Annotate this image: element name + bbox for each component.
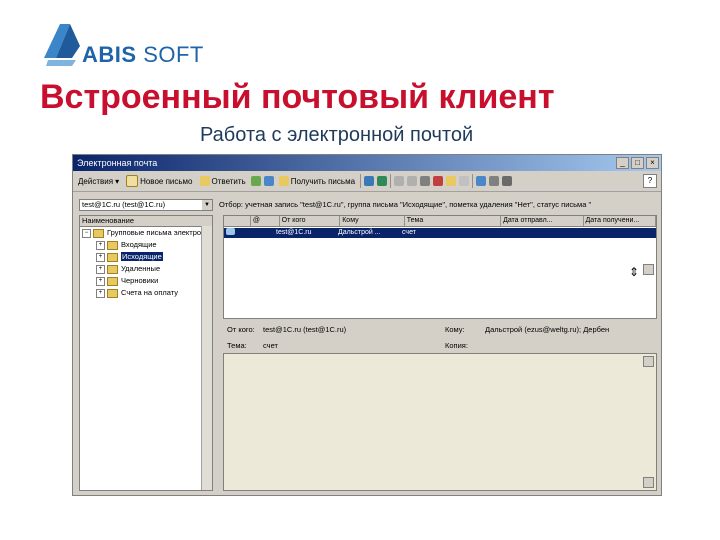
preview-scroll-up[interactable]: [643, 356, 654, 367]
mark-icon[interactable]: [446, 176, 457, 186]
expand-icon[interactable]: +: [96, 252, 105, 262]
tree-node-label: Входящие: [121, 240, 157, 249]
new-message-label: Новое письмо: [140, 176, 193, 186]
toolbar-separator: [360, 174, 362, 188]
subject-label: Тема:: [227, 341, 247, 350]
column-header-attachment[interactable]: @: [251, 216, 280, 226]
row-to: Дальстрой ...: [338, 229, 381, 236]
column-header-status[interactable]: [224, 216, 251, 226]
clear-filter-icon[interactable]: [433, 176, 444, 186]
expand-icon[interactable]: +: [96, 276, 105, 286]
column-header-sent-date[interactable]: Дата отправл...: [501, 216, 584, 226]
outbox-folder-icon: [107, 252, 118, 262]
reply-icon: [199, 176, 210, 186]
deleted-folder-icon: [107, 264, 118, 274]
binoculars-icon[interactable]: [502, 176, 513, 186]
tree-node-label: Черновики: [121, 276, 159, 285]
refresh-icon[interactable]: [263, 176, 274, 186]
expand-icon[interactable]: +: [96, 240, 105, 250]
slide-title: Встроенный почтовый клиент: [40, 78, 555, 116]
receive-mail-icon: [278, 176, 289, 186]
from-label: От кого:: [227, 325, 255, 334]
send-receive-icon[interactable]: [364, 176, 375, 186]
tree-node-outbox[interactable]: + Исходящие: [80, 251, 212, 263]
tree-node-label-selected: Исходящие: [121, 252, 163, 261]
tree-node-inbox[interactable]: + Входящие: [80, 239, 212, 251]
message-list: @ От кого Кому Тема Дата отправл... Дата…: [223, 215, 657, 319]
receive-mail-label: Получить письма: [290, 176, 356, 186]
minimize-button[interactable]: _: [616, 157, 629, 169]
preview-scroll-down[interactable]: [643, 477, 654, 488]
tree-scrollbar[interactable]: [201, 226, 212, 490]
toolbar-separator: [472, 174, 474, 188]
column-header-subject[interactable]: Тема: [405, 216, 502, 226]
logo-text: ABIS SOFT: [82, 42, 204, 68]
toolbar-separator: [390, 174, 392, 188]
address-book-icon[interactable]: [476, 176, 487, 186]
toolbar: Действия ▾ Новое письмо Ответить Получит…: [73, 171, 661, 192]
message-preview[interactable]: [223, 353, 657, 491]
account-value: test@1C.ru (test@1C.ru): [82, 200, 166, 209]
copy-label: Копия:: [445, 341, 468, 350]
expand-icon[interactable]: +: [96, 288, 105, 298]
envelope-icon: [226, 228, 235, 235]
filter-description: Отбор: учетная запись "test@1C.ru", груп…: [219, 200, 592, 209]
close-button[interactable]: ×: [646, 157, 659, 169]
row-from: test@1C.ru: [276, 229, 312, 236]
scrollbar-thumb[interactable]: [643, 264, 654, 275]
help-button[interactable]: ?: [643, 174, 657, 188]
collapse-icon[interactable]: −: [82, 228, 91, 238]
to-label: Кому:: [445, 325, 465, 334]
drafts-folder-icon: [107, 276, 118, 286]
tree-node-group-mail[interactable]: − Групповые письма электро...: [80, 227, 212, 239]
invoices-folder-icon: [107, 288, 118, 298]
actions-label: Действия: [78, 176, 114, 186]
tree-node-drafts[interactable]: + Черновики: [80, 275, 212, 287]
delete-mark-icon[interactable]: [459, 176, 470, 186]
settings-icon[interactable]: [489, 176, 500, 186]
logo-text-light: SOFT: [143, 42, 204, 67]
tree-node-label: Счета на оплату: [121, 288, 179, 297]
folder-icon: [93, 228, 104, 238]
actions-menu[interactable]: Действия ▾: [76, 177, 121, 186]
message-details: От кого: test@1C.ru (test@1C.ru) Кому: Д…: [223, 321, 657, 355]
chevron-down-icon[interactable]: ▼: [202, 200, 212, 210]
inbox-folder-icon: [107, 240, 118, 250]
chevron-down-icon: ▾: [115, 176, 120, 186]
logo-text-bold: ABIS: [82, 42, 137, 67]
forward-icon[interactable]: [250, 176, 261, 186]
column-header-from[interactable]: От кого: [280, 216, 341, 226]
edit-icon[interactable]: [407, 176, 418, 186]
slide-subtitle: Работа с электронной почтой: [200, 124, 474, 146]
expand-icon[interactable]: +: [96, 264, 105, 274]
column-header-to[interactable]: Кому: [340, 216, 405, 226]
window-titlebar: Электронная почта _ □ ×: [73, 155, 661, 171]
subject-value: счет: [263, 341, 278, 350]
tree-node-label: Групповые письма электро...: [107, 228, 208, 237]
filter-icon[interactable]: [420, 176, 431, 186]
window-title: Электронная почта: [77, 158, 158, 168]
from-value: test@1C.ru (test@1C.ru): [263, 325, 347, 334]
reply-label: Ответить: [211, 176, 246, 186]
email-client-window: Электронная почта _ □ × Действия ▾ Новое…: [72, 154, 662, 496]
to-value: Дальстрой (ezus@weltg.ru); Дербен: [485, 325, 610, 334]
account-select[interactable]: test@1C.ru (test@1C.ru) ▼: [79, 199, 213, 211]
tree-column-header[interactable]: Наименование: [80, 216, 212, 227]
new-message-button[interactable]: Новое письмо: [124, 175, 194, 187]
column-header-received-date[interactable]: Дата получени...: [584, 216, 656, 226]
maximize-button[interactable]: □: [631, 157, 644, 169]
receive-mail-button[interactable]: Получить письма: [277, 176, 357, 186]
mouse-cursor-icon: ⇕: [629, 265, 640, 279]
tree-node-deleted[interactable]: + Удаленные: [80, 263, 212, 275]
row-subject: счет: [402, 229, 416, 236]
copy-icon[interactable]: [394, 176, 405, 186]
reply-button[interactable]: Ответить: [198, 176, 248, 186]
tree-node-label: Удаленные: [121, 264, 161, 273]
move-icon[interactable]: [377, 176, 388, 186]
message-list-header: @ От кого Кому Тема Дата отправл... Дата…: [224, 216, 656, 227]
new-message-icon: [126, 175, 139, 187]
tree-node-invoices[interactable]: + Счета на оплату: [80, 287, 212, 299]
table-row[interactable]: test@1C.ru Дальстрой ... счет: [224, 228, 656, 238]
folder-tree: Наименование − Групповые письма электро..…: [79, 215, 213, 491]
